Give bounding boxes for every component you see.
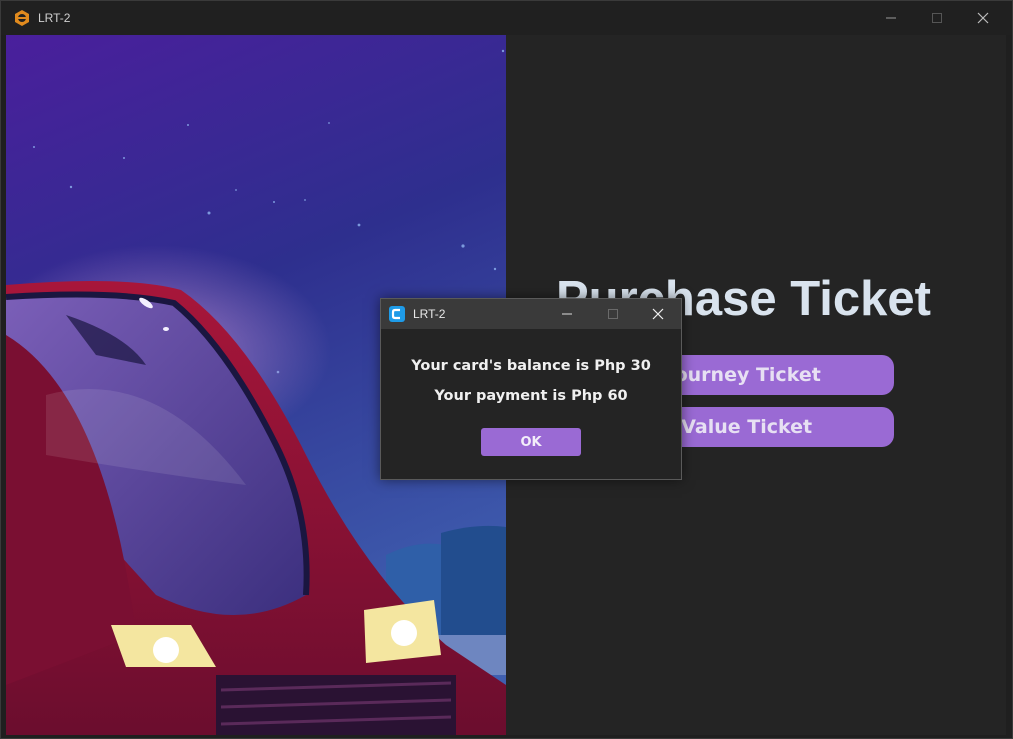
minimize-button[interactable] — [868, 1, 914, 35]
window-title: LRT-2 — [38, 11, 71, 25]
dialog-close-button[interactable] — [635, 299, 681, 329]
dialog-title: LRT-2 — [413, 307, 446, 321]
minimize-icon — [562, 313, 572, 315]
app-icon — [389, 306, 405, 322]
maximize-icon — [608, 309, 618, 319]
balance-message: Your card's balance is Php 30 — [411, 358, 651, 374]
dialog-title-bar[interactable]: LRT-2 — [381, 299, 681, 329]
dialog-maximize-button[interactable] — [590, 299, 636, 329]
close-button[interactable] — [960, 1, 1006, 35]
app-logo-icon — [15, 10, 29, 26]
dialog-minimize-button[interactable] — [544, 299, 590, 329]
minimize-icon — [886, 17, 896, 19]
ok-button[interactable]: OK — [481, 428, 581, 456]
payment-message: Your payment is Php 60 — [434, 388, 628, 404]
close-icon — [977, 12, 989, 24]
maximize-button[interactable] — [914, 1, 960, 35]
close-icon — [652, 308, 664, 320]
maximize-icon — [932, 13, 942, 23]
message-dialog: LRT-2 Your card's balance is Php 30 Your… — [380, 298, 682, 480]
title-bar[interactable]: LRT-2 — [1, 1, 1012, 35]
